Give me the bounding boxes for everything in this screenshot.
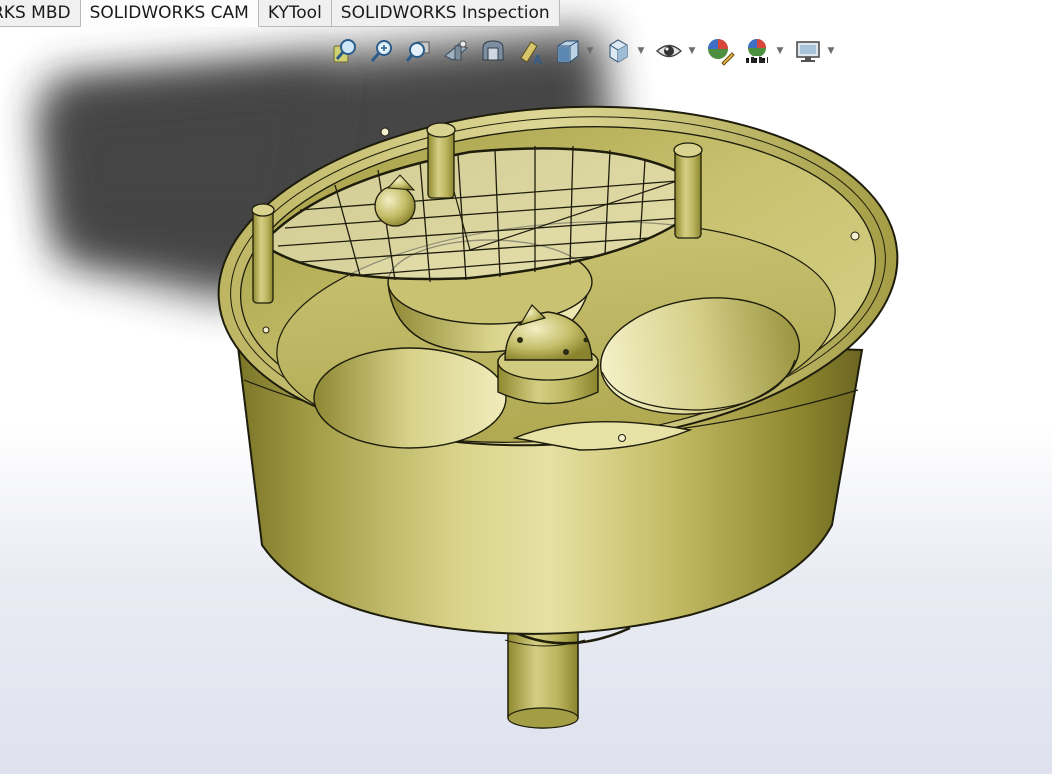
- section-view-icon: [443, 40, 468, 61]
- apply-scene-icon: [745, 39, 768, 63]
- view-settings-button[interactable]: [789, 34, 826, 68]
- chevron-down-icon[interactable]: ▼: [585, 34, 595, 68]
- command-manager-tabs: RKS MBD SOLIDWORKS CAM KYTool SOLIDWORKS…: [0, 0, 560, 28]
- apply-scene-button[interactable]: [738, 34, 775, 68]
- chevron-down-icon[interactable]: ▼: [636, 34, 646, 68]
- dynamic-annotation-views-icon: A: [519, 41, 543, 66]
- section-display-button[interactable]: [474, 34, 511, 68]
- cup-left: [313, 347, 507, 449]
- section-view-button[interactable]: [437, 34, 474, 68]
- tab-solidworks-cam[interactable]: SOLIDWORKS CAM: [80, 0, 259, 27]
- zoom-to-area-button[interactable]: [363, 34, 400, 68]
- edit-appearance-icon: [707, 39, 735, 66]
- view-orientation-button[interactable]: [548, 34, 585, 68]
- graphics-viewport[interactable]: [0, 0, 1052, 774]
- hide-show-items-icon: [655, 44, 682, 58]
- chevron-down-icon[interactable]: ▼: [826, 34, 836, 68]
- tab-solidworks-inspection[interactable]: SOLIDWORKS Inspection: [331, 0, 560, 27]
- display-style-icon: [609, 39, 627, 63]
- drain-pipe: [499, 619, 631, 729]
- tab-mbd[interactable]: RKS MBD: [0, 0, 81, 27]
- svg-text:A: A: [533, 52, 543, 66]
- heads-up-view-toolbar: A ▼ ▼ ▼ ▼ ▼: [326, 33, 840, 69]
- dynamic-annotation-views-button[interactable]: A: [511, 34, 548, 68]
- edit-appearance-button[interactable]: [701, 34, 738, 68]
- display-style-button[interactable]: [599, 34, 636, 68]
- chevron-down-icon[interactable]: ▼: [687, 34, 697, 68]
- view-orientation-icon: [557, 40, 578, 63]
- tab-kytool[interactable]: KYTool: [258, 0, 332, 27]
- zoom-to-fit-icon: [333, 39, 356, 63]
- chevron-down-icon[interactable]: ▼: [775, 34, 785, 68]
- view-settings-icon: [795, 41, 820, 62]
- previous-view-icon: [405, 41, 429, 62]
- hide-show-items-button[interactable]: [650, 34, 687, 68]
- section-display-icon: [482, 40, 503, 61]
- zoom-to-area-icon: [370, 40, 392, 62]
- previous-view-button[interactable]: [400, 34, 437, 68]
- zoom-to-fit-button[interactable]: [326, 34, 363, 68]
